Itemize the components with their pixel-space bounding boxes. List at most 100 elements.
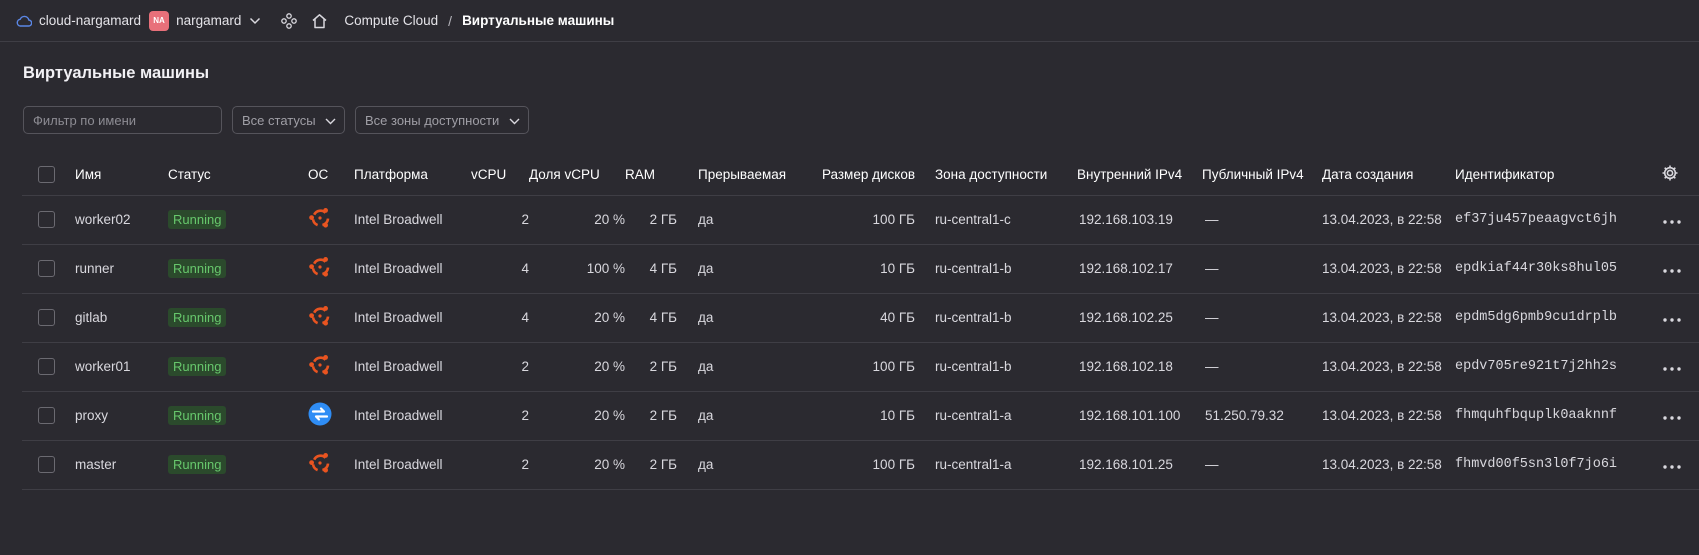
vm-id: ef37ju457peaagvct6jh <box>1455 195 1659 245</box>
table-row[interactable]: worker01 Running Intel Broadwell 2 20 % … <box>22 342 1699 392</box>
vm-platform: Intel Broadwell <box>354 391 471 441</box>
top-bar: cloud-nargamard NA nargamard Compute Clo… <box>0 0 1699 42</box>
col-id[interactable]: Идентификатор <box>1455 154 1659 196</box>
ubuntu-icon <box>308 451 332 475</box>
col-public-ip[interactable]: Публичный IPv4 <box>1202 154 1322 196</box>
filters-bar: Все статусы Все зоны доступности <box>23 106 529 134</box>
status-badge: Running <box>168 259 227 278</box>
chevron-down-icon[interactable] <box>249 17 261 25</box>
row-checkbox[interactable] <box>38 407 55 424</box>
col-zone[interactable]: Зона доступности <box>935 154 1077 196</box>
breadcrumb-current: Виртуальные машины <box>462 13 615 28</box>
vm-vcpu-share: 20 % <box>529 440 625 490</box>
vm-preemptible: да <box>698 391 793 441</box>
col-status[interactable]: Статус <box>168 154 308 196</box>
vm-name[interactable]: worker02 <box>75 195 168 245</box>
chevron-down-icon <box>325 113 336 128</box>
vm-zone: ru-central1-a <box>935 391 1077 441</box>
vm-created: 13.04.2023, в 22:58 <box>1322 342 1455 392</box>
table-settings-gear-icon[interactable] <box>1659 164 1679 182</box>
more-actions-icon[interactable] <box>1659 416 1681 420</box>
col-ram[interactable]: RAM <box>625 154 677 196</box>
vm-internal-ip: 192.168.102.17 <box>1077 244 1202 294</box>
breadcrumb-service[interactable]: Compute Cloud <box>344 13 438 28</box>
folder-name[interactable]: nargamard <box>176 13 241 28</box>
vm-disk-size: 10 ГБ <box>793 244 915 294</box>
vm-ram: 4 ГБ <box>625 293 677 343</box>
vm-platform: Intel Broadwell <box>354 195 471 245</box>
status-badge: Running <box>168 406 227 425</box>
vm-zone: ru-central1-a <box>935 440 1077 490</box>
name-filter-input[interactable] <box>23 106 222 134</box>
vm-vcpu-share: 20 % <box>529 342 625 392</box>
vm-ram: 2 ГБ <box>625 440 677 490</box>
more-actions-icon[interactable] <box>1659 465 1681 469</box>
vm-zone: ru-central1-b <box>935 244 1077 294</box>
vm-created: 13.04.2023, в 22:58 <box>1322 244 1455 294</box>
services-icon[interactable] <box>281 12 298 29</box>
status-filter-value: Все статусы <box>242 112 316 128</box>
vm-vcpu-share: 20 % <box>529 195 625 245</box>
breadcrumb-separator: / <box>448 12 453 29</box>
row-checkbox[interactable] <box>38 358 55 375</box>
status-filter-select[interactable]: Все статусы <box>232 106 345 134</box>
more-actions-icon[interactable] <box>1659 318 1681 322</box>
vm-vcpu: 4 <box>471 244 529 294</box>
vm-public-ip: 51.250.79.32 <box>1202 391 1322 441</box>
vm-internal-ip: 192.168.102.25 <box>1077 293 1202 343</box>
col-preemptible[interactable]: Прерываемая <box>698 154 793 196</box>
table-row[interactable]: proxy Running Intel Broadwell 2 20 % 2 Г… <box>22 391 1699 441</box>
vm-vcpu-share: 100 % <box>529 244 625 294</box>
col-vcpu-share[interactable]: Доля vCPU <box>529 154 625 196</box>
vm-platform: Intel Broadwell <box>354 342 471 392</box>
row-checkbox[interactable] <box>38 211 55 228</box>
row-checkbox[interactable] <box>38 456 55 473</box>
vm-id: fhmvd00f5sn3l0f7jo6i <box>1455 440 1659 490</box>
vm-vcpu-share: 20 % <box>529 293 625 343</box>
vm-name[interactable]: gitlab <box>75 293 168 343</box>
table-row[interactable]: gitlab Running Intel Broadwell 4 20 % 4 … <box>22 293 1699 343</box>
vm-vcpu: 2 <box>471 195 529 245</box>
table-row[interactable]: master Running Intel Broadwell 2 20 % 2 … <box>22 440 1699 490</box>
vm-name[interactable]: worker01 <box>75 342 168 392</box>
vm-internal-ip: 192.168.102.18 <box>1077 342 1202 392</box>
status-badge: Running <box>168 455 227 474</box>
cloud-name[interactable]: cloud-nargamard <box>39 13 141 28</box>
col-created[interactable]: Дата создания <box>1322 154 1455 196</box>
status-badge: Running <box>168 210 227 229</box>
col-platform[interactable]: Платформа <box>354 154 471 196</box>
vm-public-ip: — <box>1202 195 1322 245</box>
more-actions-icon[interactable] <box>1659 269 1681 273</box>
col-name[interactable]: Имя <box>75 154 168 196</box>
zone-filter-select[interactable]: Все зоны доступности <box>355 106 529 134</box>
vm-created: 13.04.2023, в 22:58 <box>1322 195 1455 245</box>
vm-platform: Intel Broadwell <box>354 293 471 343</box>
vm-ram: 2 ГБ <box>625 391 677 441</box>
more-actions-icon[interactable] <box>1659 220 1681 224</box>
table-row[interactable]: runner Running Intel Broadwell 4 100 % 4… <box>22 244 1699 294</box>
col-os[interactable]: ОС <box>308 154 354 196</box>
vm-name[interactable]: master <box>75 440 168 490</box>
col-internal-ip[interactable]: Внутренний IPv4 <box>1077 154 1202 196</box>
status-badge: Running <box>168 357 227 376</box>
vm-vcpu: 4 <box>471 293 529 343</box>
table-row[interactable]: worker02 Running Intel Broadwell 2 20 % … <box>22 195 1699 245</box>
col-vcpu[interactable]: vCPU <box>471 154 529 196</box>
zone-filter-value: Все зоны доступности <box>365 112 500 128</box>
more-actions-icon[interactable] <box>1659 367 1681 371</box>
home-icon[interactable] <box>311 13 328 29</box>
vm-name[interactable]: proxy <box>75 391 168 441</box>
row-checkbox[interactable] <box>38 309 55 326</box>
vm-preemptible: да <box>698 244 793 294</box>
vm-created: 13.04.2023, в 22:58 <box>1322 391 1455 441</box>
vm-name[interactable]: runner <box>75 244 168 294</box>
page-title: Виртуальные машины <box>23 64 210 82</box>
select-all-checkbox[interactable] <box>38 165 55 183</box>
cloud-icon <box>16 13 32 29</box>
vm-disk-size: 100 ГБ <box>793 440 915 490</box>
vm-preemptible: да <box>698 293 793 343</box>
row-checkbox[interactable] <box>38 260 55 277</box>
status-badge: Running <box>168 308 227 327</box>
vm-disk-size: 40 ГБ <box>793 293 915 343</box>
col-disk-size[interactable]: Размер дисков <box>793 154 915 196</box>
